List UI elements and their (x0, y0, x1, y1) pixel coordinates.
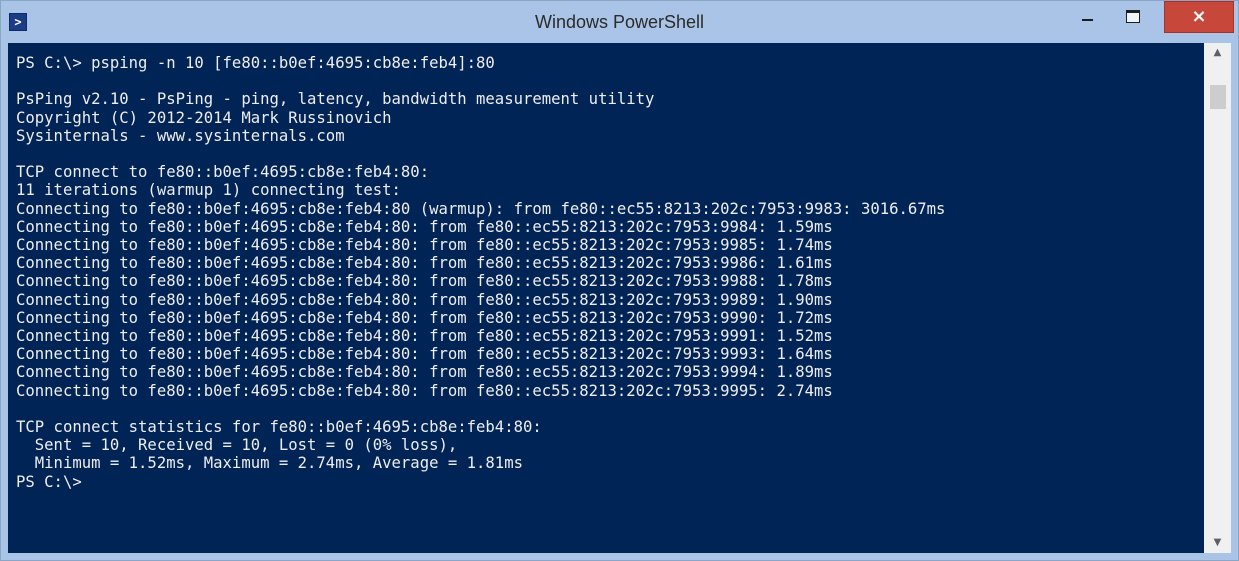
maximize-button[interactable] (1110, 1, 1156, 31)
console-line: PS C:\> psping -n 10 [fe80::b0ef:4695:cb… (16, 54, 495, 72)
maximize-icon (1126, 9, 1140, 23)
console-line: TCP connect statistics for fe80::b0ef:46… (16, 418, 542, 437)
console-line: Connecting to fe80::b0ef:4695:cb8e:feb4:… (16, 272, 833, 291)
close-button[interactable]: × (1164, 1, 1234, 33)
console-text: PS C:\> psping -n 10 [fe80::b0ef:4695:cb… (8, 43, 1204, 491)
title-bar[interactable]: Windows PowerShell > × (1, 1, 1238, 43)
console-line: Connecting to fe80::b0ef:4695:cb8e:feb4:… (16, 217, 833, 236)
console-line: Connecting to fe80::b0ef:4695:cb8e:feb4:… (16, 308, 833, 327)
console-line: Connecting to fe80::b0ef:4695:cb8e:feb4:… (16, 290, 833, 309)
console-line: Sysinternals - www.sysinternals.com (16, 126, 345, 145)
console-line: Copyright (C) 2012-2014 Mark Russinovich (16, 108, 392, 127)
chevron-down-icon: ▼ (1213, 537, 1222, 548)
chevron-up-icon: ▲ (1213, 47, 1222, 58)
console-line: Connecting to fe80::b0ef:4695:cb8e:feb4:… (16, 363, 833, 382)
console-line: Connecting to fe80::b0ef:4695:cb8e:feb4:… (16, 381, 833, 400)
console-line: Connecting to fe80::b0ef:4695:cb8e:feb4:… (16, 327, 833, 346)
scrollbar-thumb[interactable] (1210, 85, 1226, 109)
console-line: 11 iterations (warmup 1) connecting test… (16, 181, 401, 200)
scroll-down-button[interactable]: ▼ (1204, 533, 1231, 553)
window-title: Windows PowerShell (534, 12, 705, 32)
powershell-window: Windows PowerShell > × PS C:\> psping -n… (0, 0, 1239, 561)
powershell-icon[interactable]: > (9, 13, 27, 31)
console-line: Connecting to fe80::b0ef:4695:cb8e:feb4:… (16, 254, 833, 273)
console-line: Sent = 10, Received = 10, Lost = 0 (0% l… (16, 436, 458, 455)
console-line: Connecting to fe80::b0ef:4695:cb8e:feb4:… (16, 199, 946, 218)
console-line: Connecting to fe80::b0ef:4695:cb8e:feb4:… (16, 236, 833, 255)
vertical-scrollbar[interactable]: ▲ ▼ (1204, 43, 1231, 553)
console-line: PsPing v2.10 - PsPing - ping, latency, b… (16, 90, 655, 109)
minimize-button[interactable] (1064, 1, 1110, 31)
close-icon: × (1191, 6, 1207, 27)
console-line: PS C:\> (16, 472, 82, 491)
console-output[interactable]: PS C:\> psping -n 10 [fe80::b0ef:4695:cb… (8, 43, 1204, 553)
scroll-up-button[interactable]: ▲ (1204, 43, 1231, 63)
console-line: Connecting to fe80::b0ef:4695:cb8e:feb4:… (16, 345, 833, 364)
minimize-icon (1081, 19, 1093, 21)
console-line: TCP connect to fe80::b0ef:4695:cb8e:feb4… (16, 163, 430, 182)
console-line: Minimum = 1.52ms, Maximum = 2.74ms, Aver… (16, 454, 523, 473)
